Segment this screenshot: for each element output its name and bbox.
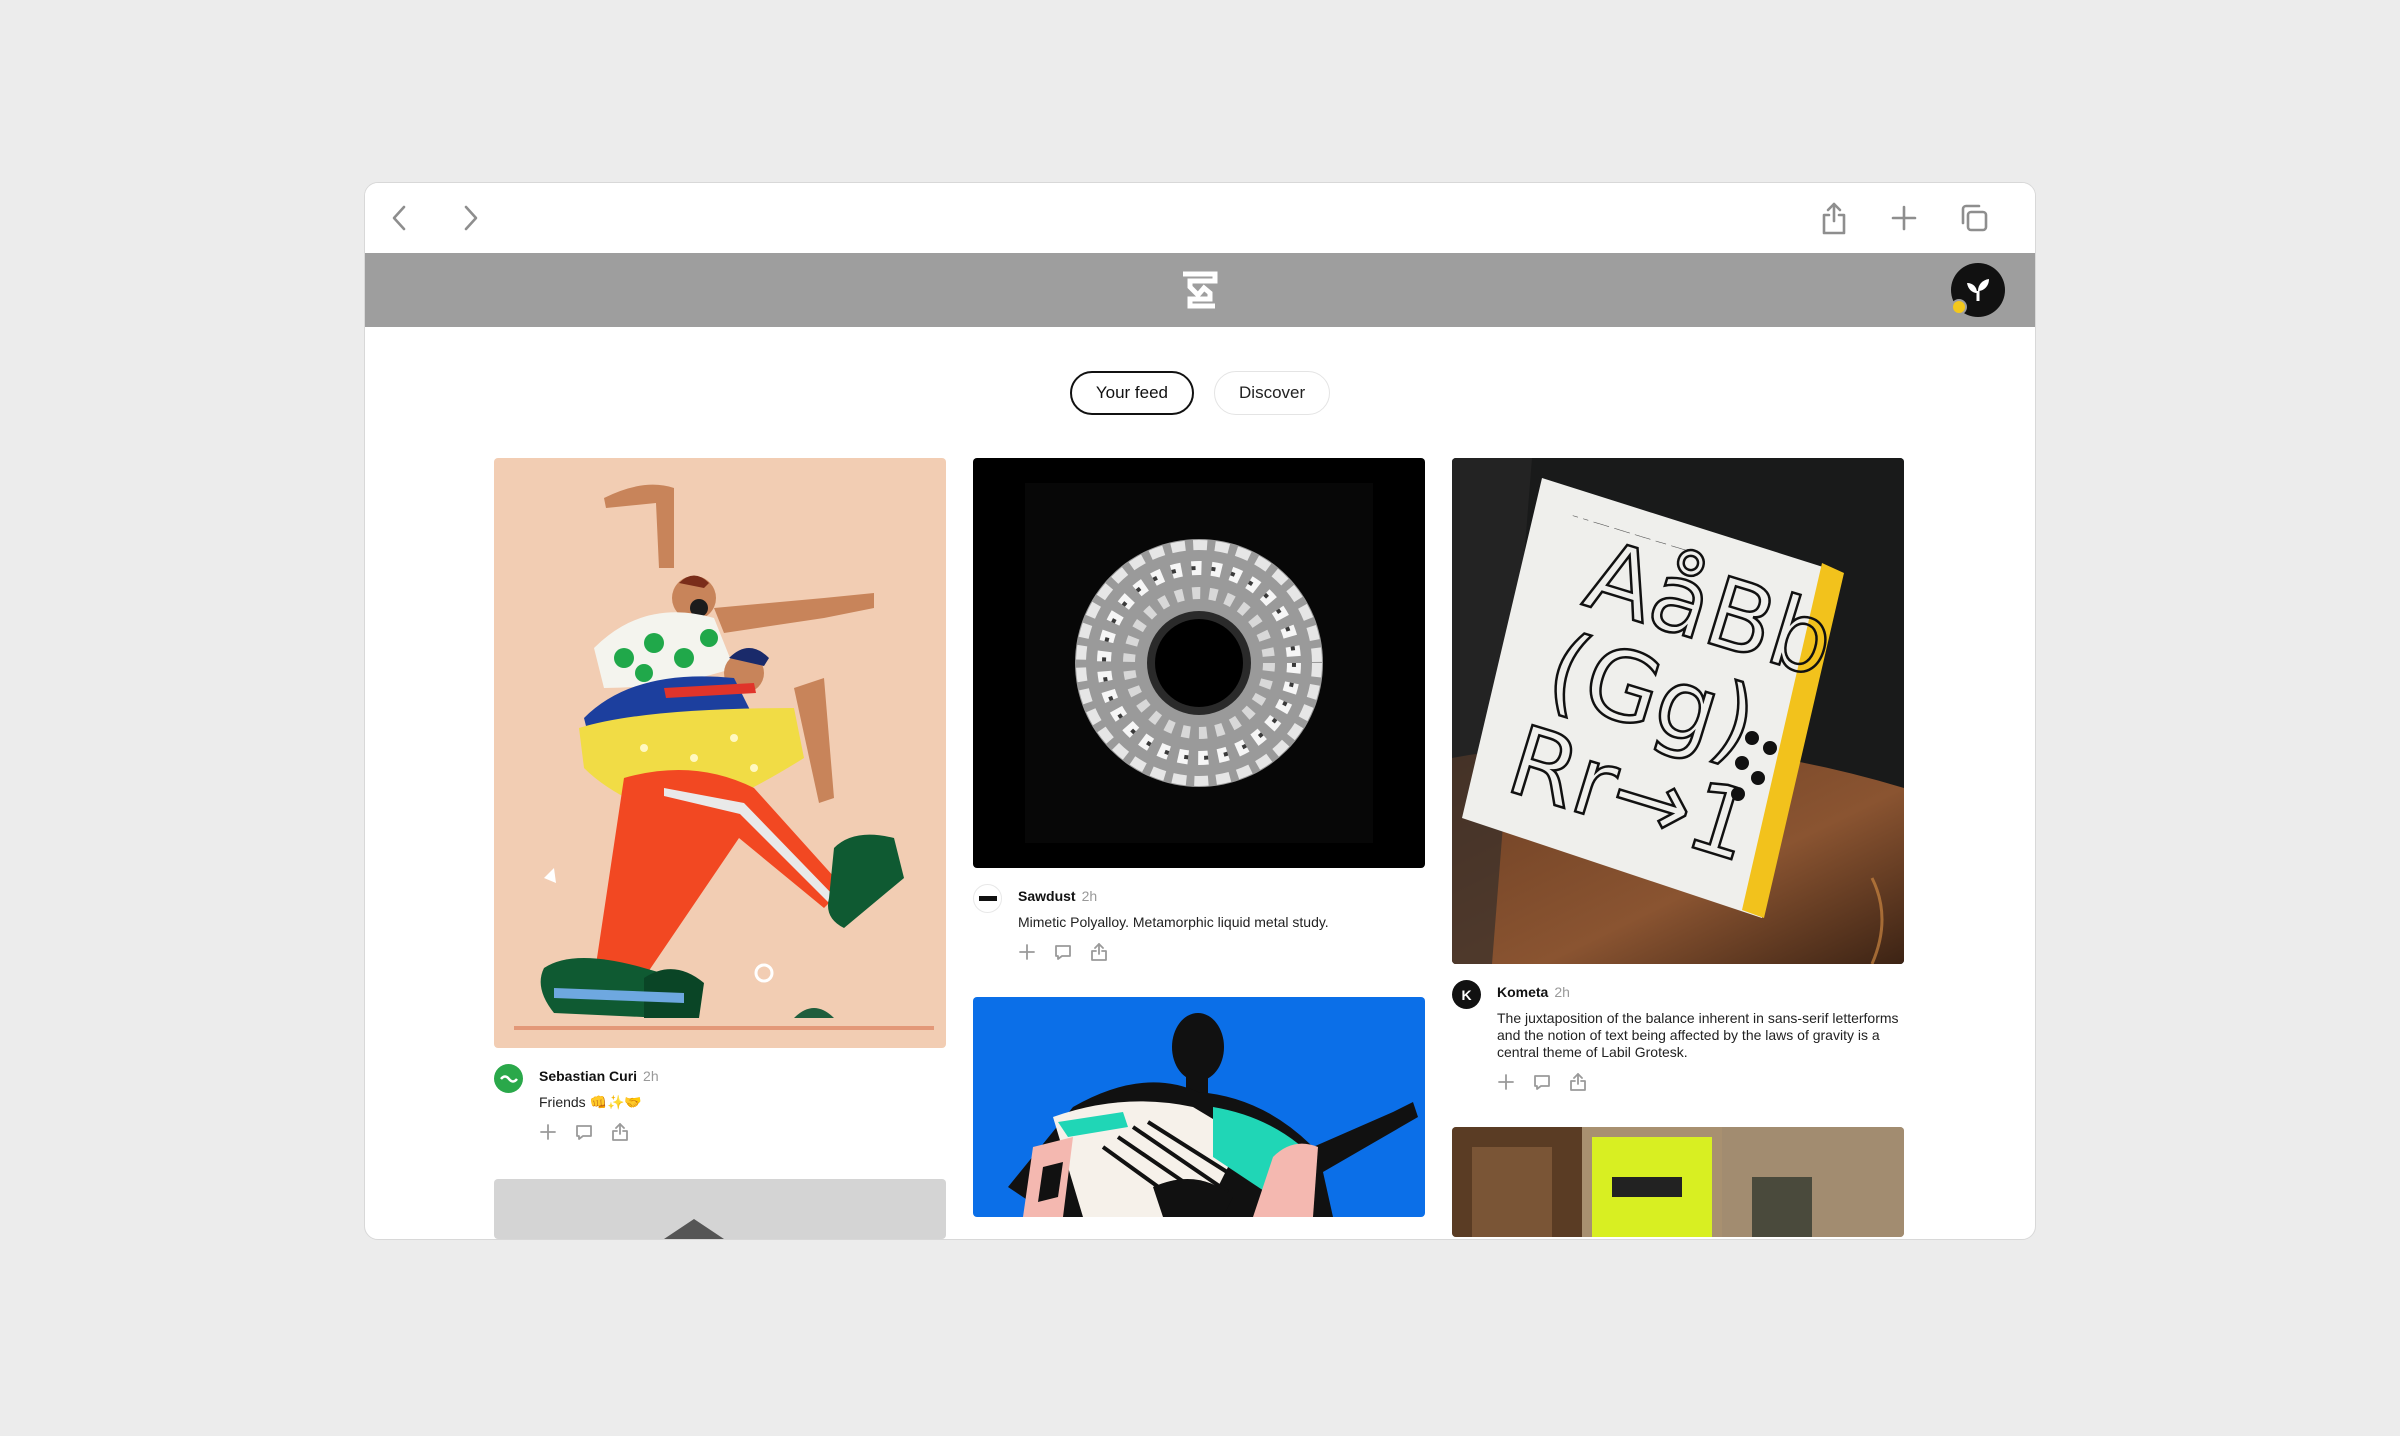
- post-actions: [1018, 943, 1425, 961]
- author-avatar[interactable]: [973, 884, 1002, 913]
- post-image[interactable]: [973, 997, 1425, 1217]
- feed-column-1: Sebastian Curi 2h Friends 👊✨🤝: [494, 458, 946, 1239]
- post-time: 2h: [1554, 984, 1570, 1000]
- post-time: 2h: [643, 1068, 659, 1084]
- feed-tabs: Your feed Discover: [365, 371, 2035, 415]
- feed-column-2: Sawdust 2h Mimetic Polyalloy. Metamorphic…: [973, 458, 1425, 1217]
- feed-column-3: — — ——— ——— ——— —— ——— AåBb (Gg) Rr→1 K: [1452, 458, 1904, 1237]
- post-image[interactable]: [973, 458, 1425, 868]
- post-text: Mimetic Polyalloy. Metamorphic liquid me…: [1018, 914, 1329, 930]
- plus-icon[interactable]: [539, 1123, 557, 1141]
- app-logo-icon[interactable]: [1180, 271, 1218, 309]
- post-meta: Sawdust 2h Mimetic Polyalloy. Metamorphic…: [973, 868, 1425, 961]
- post-text: Friends 👊✨🤝: [539, 1094, 642, 1110]
- share-icon[interactable]: [1813, 197, 1855, 239]
- chevron-left-icon[interactable]: [379, 197, 421, 239]
- plus-icon[interactable]: [1497, 1073, 1515, 1091]
- post-image[interactable]: [494, 458, 946, 1048]
- browser-window: Your feed Discover Sebastian Curi 2h Fri…: [364, 182, 2036, 1240]
- post-meta: K Kometa 2h The juxtaposition of the bala…: [1452, 964, 1904, 1091]
- post-card: — — ——— ——— ——— —— ——— AåBb (Gg) Rr→1 K: [1452, 458, 1904, 1091]
- post-actions: [1497, 1073, 1904, 1091]
- author-avatar[interactable]: K: [1452, 980, 1481, 1009]
- share-icon[interactable]: [1569, 1073, 1587, 1091]
- comment-icon[interactable]: [575, 1123, 593, 1141]
- tabs-icon[interactable]: [1953, 197, 1995, 239]
- author-avatar[interactable]: [494, 1064, 523, 1093]
- post-text: The juxtaposition of the balance inheren…: [1497, 1010, 1899, 1060]
- post-image[interactable]: [1452, 1127, 1904, 1237]
- app-header: [365, 253, 2035, 327]
- notification-dot: [1951, 299, 1967, 315]
- comment-icon[interactable]: [1054, 943, 1072, 961]
- post-card: Sebastian Curi 2h Friends 👊✨🤝: [494, 458, 946, 1141]
- author-name[interactable]: Kometa: [1497, 984, 1548, 1000]
- author-name[interactable]: Sawdust: [1018, 888, 1076, 904]
- profile-avatar[interactable]: [1951, 263, 2005, 317]
- author-name[interactable]: Sebastian Curi: [539, 1068, 637, 1084]
- post-meta: Sebastian Curi 2h Friends 👊✨🤝: [494, 1048, 946, 1141]
- post-image[interactable]: — — ——— ——— ——— —— ——— AåBb (Gg) Rr→1: [1452, 458, 1904, 964]
- plus-icon[interactable]: [1883, 197, 1925, 239]
- comment-icon[interactable]: [1533, 1073, 1551, 1091]
- post-card: Sawdust 2h Mimetic Polyalloy. Metamorphic…: [973, 458, 1425, 961]
- share-icon[interactable]: [611, 1123, 629, 1141]
- plus-icon[interactable]: [1018, 943, 1036, 961]
- chevron-right-icon[interactable]: [449, 197, 491, 239]
- tab-discover[interactable]: Discover: [1214, 371, 1331, 415]
- post-time: 2h: [1081, 888, 1098, 904]
- post-image[interactable]: [494, 1179, 946, 1239]
- share-icon[interactable]: [1090, 943, 1108, 961]
- tab-your-feed[interactable]: Your feed: [1069, 371, 1195, 415]
- browser-toolbar: [365, 183, 2035, 253]
- post-actions: [539, 1123, 946, 1141]
